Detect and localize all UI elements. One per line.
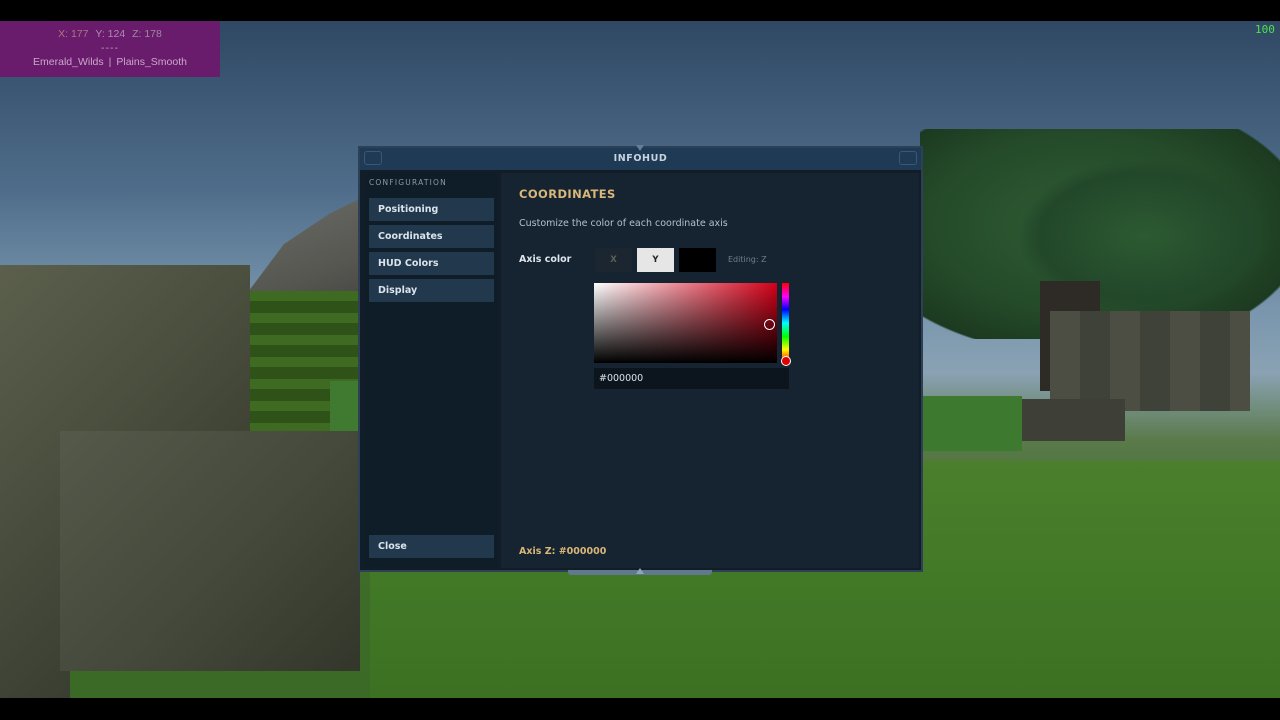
hud-separator: ---- [101,42,119,54]
stone-block [60,431,360,671]
close-button[interactable]: Close [369,535,494,558]
ornament-icon [899,151,917,165]
content-panel: COORDINATES Customize the color of each … [501,173,919,568]
axis-value-footer: Axis Z: #000000 [519,546,607,557]
sidebar-item-coordinates[interactable]: Coordinates [369,225,494,248]
stone-slab [1010,399,1125,441]
hud-pipe: | [108,56,112,68]
sidebar-item-display[interactable]: Display [369,279,494,302]
hud-x-coordinate: X: 177 [58,28,89,40]
letterbox-bottom [0,698,1280,720]
dialog-title: INFOHUD [613,153,668,164]
axis-color-label: Axis color [519,254,572,265]
sidebar-heading: CONFIGURATION [369,178,447,187]
bush [922,396,1022,451]
editing-indicator: Editing: Z [728,255,767,264]
coordinates-hud: X: 177 Y: 124 Z: 178 ---- Emerald_Wilds |… [0,21,220,77]
axis-y-button[interactable]: Y [637,248,674,272]
hud-location-row: Emerald_Wilds | Plains_Smooth [0,56,220,69]
picker-handle-icon[interactable] [764,319,775,330]
hex-color-input[interactable] [594,368,789,389]
infohud-dialog: INFOHUD CONFIGURATION Positioning Coordi… [358,145,923,572]
fps-counter: 100 [1255,23,1275,36]
ornament-icon [364,151,382,165]
hud-biome-name: Plains_Smooth [116,56,187,68]
section-description: Customize the color of each coordinate a… [519,218,728,229]
hue-slider[interactable] [782,283,789,363]
axis-z-button[interactable]: Z [679,248,716,272]
hud-world-name: Emerald_Wilds [33,56,104,68]
hud-coordinates-row: X: 177 Y: 124 Z: 178 [0,28,220,41]
letterbox-top [0,0,1280,21]
hud-z-coordinate: Z: 178 [132,28,162,40]
hue-slider-handle-icon[interactable] [781,356,791,366]
axis-x-button[interactable]: X [595,248,632,272]
section-title: COORDINATES [519,187,616,201]
saturation-value-picker[interactable] [594,283,777,363]
notch-icon [636,145,644,151]
stone-ruins [1050,311,1250,411]
hud-y-coordinate: Y: 124 [95,28,126,40]
sidebar-item-hud-colors[interactable]: HUD Colors [369,252,494,275]
dialog-header: INFOHUD [360,145,921,170]
sidebar-item-positioning[interactable]: Positioning [369,198,494,221]
sidebar: CONFIGURATION Positioning Coordinates HU… [364,173,498,568]
